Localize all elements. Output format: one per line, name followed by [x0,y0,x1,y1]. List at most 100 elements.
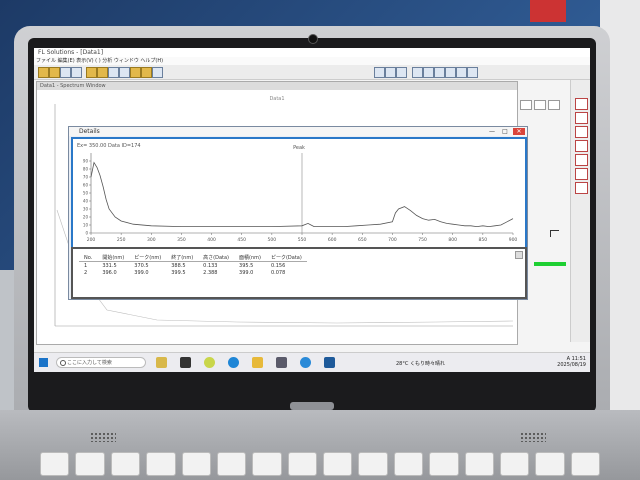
table-cell: 0.133 [203,262,218,269]
x-tick-label: 800 [448,237,457,243]
x-tick-label: 350 [177,237,186,243]
table-header: No. [79,254,98,262]
table-row[interactable]: 1 331.5 370.5 388.5 0.133 395.5 0.156 [79,262,307,270]
table-header: 面積(nm) [234,254,266,262]
table-header: ピーク(Data) [265,254,307,262]
y-tick-label: 40 [83,199,89,204]
x-tick-label: 700 [388,237,397,243]
cursor-icon[interactable] [374,67,385,78]
overlay-icon[interactable] [445,67,456,78]
speaker-grille-left [90,432,116,442]
chrome-icon[interactable] [204,357,215,368]
tool-smooth-icon[interactable] [575,126,588,138]
keyboard-key [535,452,565,476]
settings-icon[interactable] [108,67,119,78]
y-tick-label: 80 [83,167,89,172]
side-field-1[interactable] [520,100,532,110]
scale-icon[interactable] [412,67,423,78]
peak-icon[interactable] [119,67,130,78]
edge-icon[interactable] [228,357,239,368]
x-tick-label: 550 [298,237,307,243]
light-bulb-icon[interactable] [130,67,141,78]
x-tick-label: 650 [358,237,367,243]
light-bulb-icon[interactable] [156,357,167,368]
app-menubar[interactable]: ファイル 編集(E) 表示(V) ( ) 分析 ウィンドウ ヘルプ(H) [34,57,590,65]
clock-date: 2025/08/19 [557,362,586,368]
table-header: 終了(nm) [166,254,199,262]
background-red-sign [530,0,566,22]
open-file-icon[interactable] [38,67,49,78]
table-cell: 2.388 [203,269,218,276]
keyboard-key [181,452,211,476]
print-icon[interactable] [71,67,82,78]
measure-icon[interactable] [86,67,97,78]
x-tick-label: 200 [87,237,96,243]
zoom-icon[interactable] [385,67,396,78]
folder-icon[interactable] [252,357,263,368]
side-field-3[interactable] [548,100,560,110]
keyboard-key [40,452,70,476]
details-dialog: Details — □ ✕ Ex= 350.00 Data ID=174 Pea… [68,126,528,300]
tool-ratio-icon[interactable] [575,168,588,180]
keyboard-key [358,452,388,476]
spectrum-window-title: Data1 - Spectrum Window [37,82,517,90]
keyboard-row [40,452,600,480]
keyboard-key [146,452,176,476]
y-tick-label: 60 [83,183,89,188]
keyboard-key [570,452,600,476]
table-cell: 370.5 [134,262,149,269]
list-icon[interactable] [456,67,467,78]
x-tick-label: 400 [207,237,216,243]
minimize-button[interactable]: — [487,128,497,135]
weather-text[interactable]: 28°C くもり時々晴れ [396,360,445,367]
x-tick-label: 300 [147,237,156,243]
webcam-icon [308,34,318,44]
save-icon[interactable] [60,67,71,78]
speaker-grille-right [520,432,546,442]
tool-baseline-icon[interactable] [575,154,588,166]
keyboard-key [464,452,494,476]
x-tick-label: 850 [479,237,488,243]
store-icon[interactable] [276,357,287,368]
y-tick-label: 70 [83,175,89,180]
tool-peak-icon[interactable] [575,112,588,124]
side-field-2[interactable] [534,100,546,110]
table-cell: 0.078 [270,269,286,276]
table-header-row: No. 開始(nm) ピーク(nm) 終了(nm) 高さ(Data) 面積(nm… [79,254,307,262]
mail-icon[interactable] [300,357,311,368]
right-tool-panel [570,80,590,342]
table-header: 高さ(Data) [198,254,235,262]
tool-diff-icon[interactable] [575,140,588,152]
keyboard-key [110,452,141,476]
scan-icon[interactable] [97,67,108,78]
table-header: 開始(nm) [97,254,130,262]
keyboard-key [252,452,282,476]
peak-chart: Ex= 350.00 Data ID=174 Peak 200 250 300 350… [77,143,517,243]
search-placeholder: ここに入力して検索 [67,360,112,366]
tool-integrate-icon[interactable] [575,182,588,194]
close-button[interactable]: ✕ [513,128,525,135]
axis-icon[interactable] [434,67,445,78]
windows-taskbar: ここに入力して検索 28°C くもり時々晴れ A 11:51 2025/08/1… [34,352,590,372]
pan-icon[interactable] [396,67,407,78]
y-tick-label: 90 [83,159,89,164]
table-row[interactable]: 2 396.0 399.0 399.5 2.388 399.0 0.078 [79,269,307,276]
table-icon[interactable] [467,67,478,78]
table-cell: 2 [84,269,88,276]
table-scroll-button[interactable] [515,251,523,259]
help-icon[interactable] [141,67,152,78]
taskbar-search-box[interactable]: ここに入力して検索 [56,357,146,368]
peak-table: No. 開始(nm) ピーク(nm) 終了(nm) 高さ(Data) 面積(nm… [79,254,307,276]
x-tick-label: 450 [237,237,246,243]
grid-icon[interactable] [423,67,434,78]
folder-icon[interactable] [49,67,60,78]
system-tray[interactable]: A 11:51 2025/08/19 [557,356,586,368]
keyboard-key [393,452,424,476]
fl-solutions-app-icon[interactable] [324,357,335,368]
tool-curve-icon[interactable] [575,98,588,110]
peak-table-frame: No. 開始(nm) ピーク(nm) 終了(nm) 高さ(Data) 面積(nm… [71,247,527,299]
task-view-icon[interactable] [180,357,191,368]
maximize-button[interactable]: □ [500,128,510,135]
report-icon[interactable] [152,67,163,78]
windows-start-icon[interactable] [39,358,48,367]
